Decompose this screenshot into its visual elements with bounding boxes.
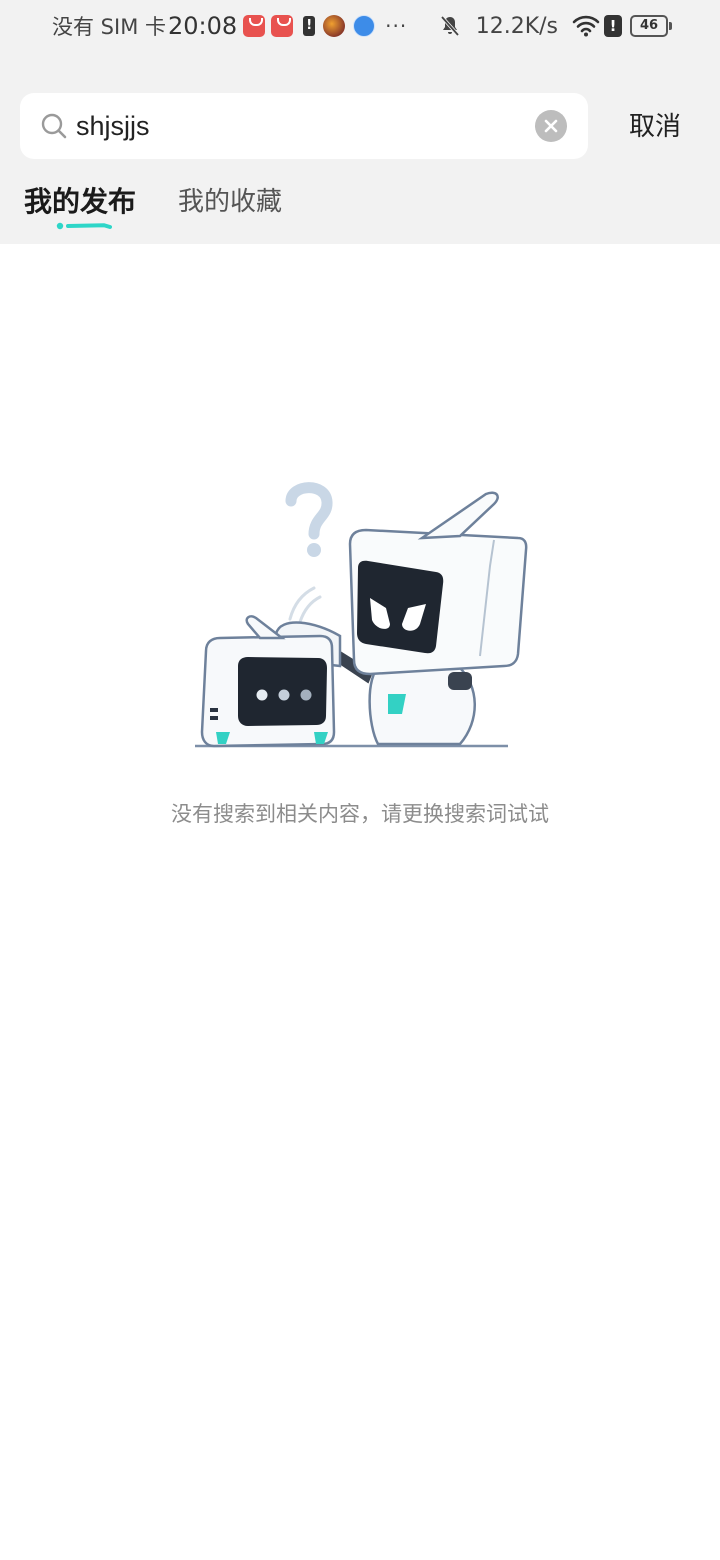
status-bar-left: 没有 SIM 卡 20:08 ! ···: [52, 10, 407, 42]
clear-search-button[interactable]: [535, 110, 567, 142]
search-input[interactable]: [76, 106, 526, 146]
browser-app-icon: [353, 15, 376, 37]
more-notifications-icon: ···: [385, 14, 408, 38]
huawei-appgallery-icon: [243, 15, 266, 37]
small-robot: [200, 615, 336, 748]
clock: 20:08: [168, 12, 238, 40]
tab-active-indicator: [56, 222, 112, 230]
alert-icon: !: [303, 16, 316, 36]
empty-state-message: 没有搜索到相关内容，请更换搜索词试试: [171, 802, 549, 826]
wifi-icon: [572, 15, 600, 37]
question-mark-icon: [285, 482, 333, 557]
game-app-icon: [323, 15, 346, 37]
close-icon: [544, 119, 558, 133]
status-bar: 没有 SIM 卡 20:08 ! ··· 12.2K/s ! 46: [0, 0, 720, 52]
huawei-appgallery-icon: [271, 15, 294, 37]
carrier-label: 没有 SIM 卡: [52, 15, 166, 39]
empty-robots-illustration: [195, 482, 528, 748]
tab-my-posts[interactable]: 我的发布: [24, 180, 136, 224]
battery-icon: 46: [630, 15, 672, 37]
network-speed: 12.2K/s: [475, 13, 558, 39]
search-box[interactable]: [20, 93, 588, 159]
alert-badge-icon: !: [604, 15, 622, 37]
status-bar-right: 12.2K/s ! 46: [438, 10, 672, 42]
search-icon: [41, 113, 67, 139]
bell-muted-icon: [440, 15, 460, 37]
tab-my-favorites[interactable]: 我的收藏: [178, 180, 282, 224]
cancel-button[interactable]: 取消: [612, 107, 698, 147]
